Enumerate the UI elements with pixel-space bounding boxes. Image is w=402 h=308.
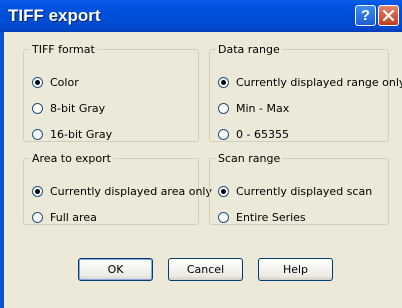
radio-button[interactable]: [32, 212, 43, 223]
radio-button-selected[interactable]: [218, 77, 229, 88]
radio-currently-displayed-area[interactable]: Currently displayed area only: [32, 185, 212, 198]
radio-label: 0 - 65355: [236, 128, 289, 141]
radio-label: Color: [50, 76, 79, 89]
radio-button-selected[interactable]: [32, 77, 43, 88]
radio-button[interactable]: [32, 129, 43, 140]
radio-label: Entire Series: [236, 211, 306, 224]
area-to-export-group: Area to export Currently displayed area …: [23, 152, 212, 225]
radio-label: Min - Max: [236, 102, 290, 115]
tiff-format-label: TIFF format: [32, 43, 95, 56]
radio-button[interactable]: [32, 103, 43, 114]
radio-button[interactable]: [218, 103, 229, 114]
area-to-export-label: Area to export: [32, 152, 111, 165]
help-button[interactable]: Help: [258, 258, 333, 281]
radio-color[interactable]: Color: [32, 76, 79, 89]
data-range-group: Data range Currently displayed range onl…: [209, 43, 402, 142]
close-icon: [383, 10, 394, 21]
radio-label: Currently displayed range only: [236, 76, 402, 89]
tiff-format-group: TIFF format Color 8-bit Gray 16-bit Gray: [23, 43, 199, 142]
radio-0-65355[interactable]: 0 - 65355: [218, 128, 289, 141]
radio-16bit-gray[interactable]: 16-bit Gray: [32, 128, 112, 141]
cancel-button[interactable]: Cancel: [168, 258, 243, 281]
title-bar[interactable]: TIFF export ?: [0, 0, 402, 32]
radio-label: Currently displayed area only: [50, 185, 212, 198]
radio-label: 16-bit Gray: [50, 128, 113, 141]
radio-entire-series[interactable]: Entire Series: [218, 211, 306, 224]
close-button[interactable]: [378, 5, 399, 26]
ok-button[interactable]: OK: [78, 258, 153, 281]
radio-min-max[interactable]: Min - Max: [218, 102, 289, 115]
radio-currently-displayed-range[interactable]: Currently displayed range only: [218, 76, 402, 89]
radio-label: Full area: [50, 211, 97, 224]
radio-currently-displayed-scan[interactable]: Currently displayed scan: [218, 185, 372, 198]
radio-8bit-gray[interactable]: 8-bit Gray: [32, 102, 105, 115]
data-range-label: Data range: [218, 43, 280, 56]
scan-range-label: Scan range: [218, 152, 281, 165]
scan-range-group: Scan range Currently displayed scan Enti…: [209, 152, 389, 225]
window-border: [0, 32, 4, 308]
radio-button[interactable]: [218, 129, 229, 140]
radio-full-area[interactable]: Full area: [32, 211, 97, 224]
radio-label: Currently displayed scan: [236, 185, 373, 198]
radio-button[interactable]: [218, 212, 229, 223]
help-icon: ?: [360, 7, 371, 24]
radio-button-selected[interactable]: [32, 186, 43, 197]
radio-button-selected[interactable]: [218, 186, 229, 197]
help-title-button[interactable]: ?: [355, 5, 376, 26]
window-title: TIFF export: [8, 6, 101, 25]
radio-label: 8-bit Gray: [50, 102, 106, 115]
